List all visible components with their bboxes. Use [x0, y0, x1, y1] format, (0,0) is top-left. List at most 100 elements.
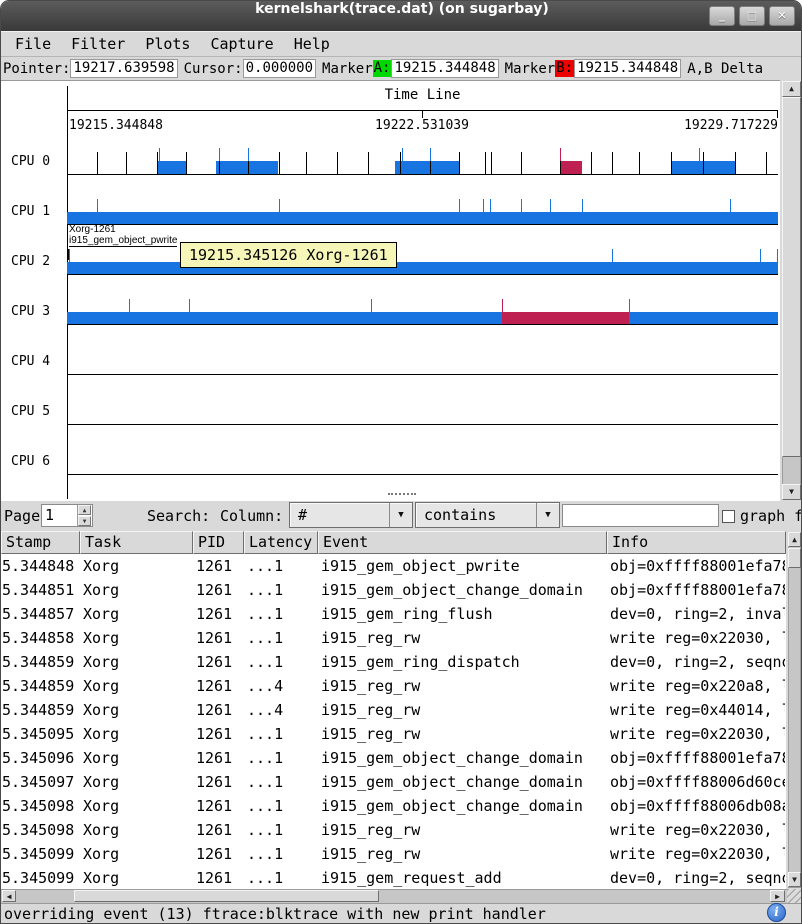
spinner-buttons: ▲ ▼	[77, 505, 92, 526]
cell-info: write reg=0x22030, le	[610, 818, 785, 842]
cell-event: i915_gem_ring_dispatch	[321, 650, 606, 674]
menu-bar: File Filter Plots Capture Help	[1, 31, 802, 57]
scroll-up-icon[interactable]: ▲	[782, 81, 801, 97]
menu-item-help[interactable]: Help	[287, 33, 337, 55]
spin-down-icon[interactable]: ▼	[78, 516, 91, 526]
cell-stamp: 5.345098	[2, 818, 79, 842]
pane-splitter-handle[interactable]	[388, 493, 416, 499]
scrollbar-thumb[interactable]	[782, 97, 801, 457]
task-event-tick	[629, 299, 630, 312]
table-row[interactable]: 5.344858Xorg1261...1i915_reg_rwwrite reg…	[1, 626, 787, 650]
cell-stamp: 5.345095	[2, 722, 79, 746]
search-input[interactable]	[562, 504, 719, 527]
marker-b-key[interactable]: B:	[555, 60, 574, 77]
marker-b-label: Marker	[505, 61, 556, 77]
menu-item-plots[interactable]: Plots	[138, 33, 197, 55]
cell-stamp: 5.344859	[2, 698, 79, 722]
menu-item-file[interactable]: File	[8, 33, 58, 55]
column-header-info[interactable]: Info	[607, 531, 786, 554]
task-segment	[395, 161, 459, 174]
graph-vertical-scrollbar[interactable]: ▲ ▼	[780, 80, 802, 501]
scrollbar-track[interactable]	[788, 532, 801, 888]
page-spinner[interactable]: 1 ▲ ▼	[41, 504, 93, 527]
ruler-right-tick	[777, 110, 778, 118]
event-tick	[400, 152, 401, 174]
marker-a-key[interactable]: A:	[373, 60, 392, 77]
close-button[interactable]: ✕	[769, 6, 795, 26]
cell-latency: ...1	[247, 626, 317, 650]
scroll-right-icon[interactable]: ▶	[770, 890, 785, 902]
table-row[interactable]: 5.345097Xorg1261...1i915_gem_object_chan…	[1, 770, 787, 794]
table-row[interactable]: 5.345096Xorg1261...1i915_gem_object_chan…	[1, 746, 787, 770]
column-header-latency[interactable]: Latency	[244, 531, 318, 554]
table-row[interactable]: 5.345099Xorg1261...1i915_gem_request_add…	[1, 866, 787, 889]
table-horizontal-scrollbar[interactable]: ◀ ▶	[1, 889, 787, 903]
event-tick	[337, 152, 338, 174]
scroll-left-icon[interactable]: ◀	[2, 890, 16, 902]
spin-up-icon[interactable]: ▲	[78, 505, 91, 515]
cell-stamp: 5.344859	[2, 650, 79, 674]
cell-pid: 1261	[196, 818, 243, 842]
task-segment	[157, 161, 187, 174]
task-event-tick	[490, 199, 491, 212]
match-select[interactable]: contains ▼	[415, 502, 560, 528]
cell-event: i915_reg_rw	[321, 818, 606, 842]
column-select[interactable]: # ▼	[289, 502, 413, 528]
chevron-down-icon[interactable]: ▼	[536, 503, 559, 527]
table-row[interactable]: 5.344848Xorg1261...1i915_gem_object_pwri…	[1, 554, 787, 578]
table-row[interactable]: 5.344859Xorg1261...4i915_reg_rwwrite reg…	[1, 698, 787, 722]
scroll-down-icon[interactable]: ▼	[782, 484, 801, 500]
hot-event-tick	[560, 148, 561, 161]
chevron-down-icon[interactable]: ▼	[389, 503, 412, 527]
column-header-stamp[interactable]: Stamp	[1, 531, 80, 554]
table-row[interactable]: 5.344857Xorg1261...1i915_gem_ring_flushd…	[1, 602, 787, 626]
column-header-pid[interactable]: PID	[193, 531, 244, 554]
event-tick	[671, 152, 672, 174]
column-header-event[interactable]: Event	[318, 531, 607, 554]
cell-info: obj=0xffff88001efa780	[610, 578, 785, 602]
cell-latency: ...1	[247, 722, 317, 746]
cell-latency: ...1	[247, 746, 317, 770]
task-event-tick	[159, 148, 160, 161]
graph-follows-checkbox[interactable]	[722, 510, 735, 523]
cell-stamp: 5.344848	[2, 554, 79, 578]
title-bar[interactable]: kernelshark(trace.dat) (on sugarbay) _ □…	[1, 1, 802, 31]
table-row[interactable]: 5.345099Xorg1261...1i915_reg_rwwrite reg…	[1, 842, 787, 866]
event-table-body: 5.344848Xorg1261...1i915_gem_object_pwri…	[1, 554, 787, 889]
event-tick	[491, 152, 492, 174]
info-icon[interactable]: i	[767, 903, 786, 922]
lane-baseline	[67, 424, 778, 425]
table-row[interactable]: 5.344859Xorg1261...1i915_gem_ring_dispat…	[1, 650, 787, 674]
kernelshark-window: kernelshark(trace.dat) (on sugarbay) _ □…	[0, 0, 802, 924]
table-row[interactable]: 5.344851Xorg1261...1i915_gem_object_chan…	[1, 578, 787, 602]
menu-item-filter[interactable]: Filter	[64, 33, 132, 55]
scrollbar-thumb[interactable]	[74, 890, 379, 902]
event-tick	[97, 152, 98, 174]
table-row[interactable]: 5.345095Xorg1261...1i915_reg_rwwrite reg…	[1, 722, 787, 746]
cell-pid: 1261	[196, 578, 243, 602]
cell-latency: ...4	[247, 698, 317, 722]
scroll-down-icon[interactable]: ▼	[788, 872, 801, 887]
event-tick	[735, 152, 736, 174]
task-bar	[67, 262, 778, 274]
table-row[interactable]: 5.344859Xorg1261...4i915_reg_rwwrite reg…	[1, 674, 787, 698]
page-label: Page	[4, 507, 40, 525]
column-header-task[interactable]: Task	[80, 531, 193, 554]
timeline-graph-canvas[interactable]: Time Line 19215.344848 19222.531039 1922…	[1, 80, 780, 501]
event-tick	[766, 152, 767, 174]
cell-latency: ...1	[247, 650, 317, 674]
table-vertical-scrollbar[interactable]: ▲ ▼	[786, 531, 802, 889]
menu-item-capture[interactable]: Capture	[203, 33, 280, 55]
cell-event: i915_gem_object_change_domain	[321, 794, 606, 818]
table-row[interactable]: 5.345098Xorg1261...1i915_gem_object_chan…	[1, 794, 787, 818]
event-tick	[459, 152, 460, 174]
minimize-button[interactable]: _	[709, 6, 735, 26]
scrollbar-thumb[interactable]	[788, 548, 801, 568]
maximize-button[interactable]: □	[739, 6, 765, 26]
task-event-tick	[371, 299, 372, 312]
lane-baseline	[67, 274, 778, 275]
scroll-up-icon[interactable]: ▲	[788, 532, 801, 547]
table-row[interactable]: 5.345098Xorg1261...1i915_reg_rwwrite reg…	[1, 818, 787, 842]
status-bar: overriding event (13) ftrace:blktrace wi…	[1, 903, 802, 924]
task-event-tick	[430, 148, 431, 161]
